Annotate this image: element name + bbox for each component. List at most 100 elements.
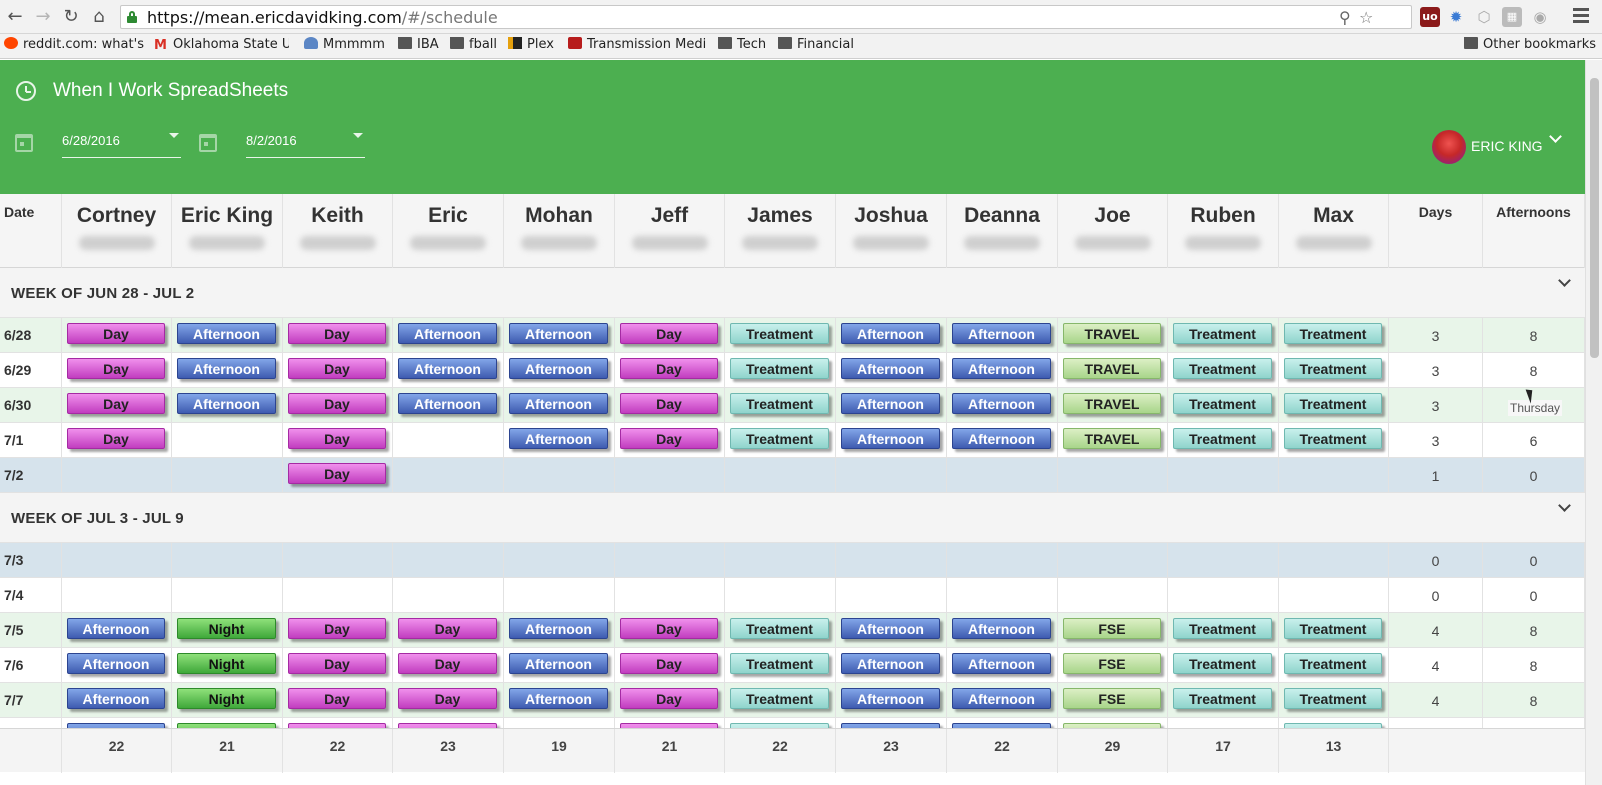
shift-badge[interactable]: Afternoon <box>841 688 940 709</box>
shift-cell[interactable]: Afternoon <box>947 388 1058 423</box>
shift-badge[interactable]: Treatment <box>1173 618 1272 639</box>
shift-cell[interactable]: Afternoon <box>836 353 947 388</box>
shift-cell[interactable]: Day <box>615 613 725 648</box>
shift-cell[interactable]: Treatment <box>1279 353 1389 388</box>
shift-cell[interactable]: Afternoon <box>504 683 615 718</box>
bookmark-other[interactable]: Other bookmarks <box>1464 37 1598 55</box>
shift-cell[interactable] <box>615 578 725 613</box>
shift-cell[interactable] <box>947 543 1058 578</box>
shift-badge[interactable]: Afternoon <box>952 358 1051 379</box>
shift-cell[interactable]: Day <box>283 613 393 648</box>
shift-cell[interactable]: Afternoon <box>947 683 1058 718</box>
chevron-down-icon[interactable] <box>353 133 363 138</box>
key-icon[interactable]: ⚲ <box>1339 8 1351 27</box>
shift-badge[interactable]: FSE <box>1063 618 1161 639</box>
calendar-icon[interactable] <box>15 134 33 152</box>
shift-badge[interactable]: Treatment <box>730 393 829 414</box>
shift-cell[interactable]: Treatment <box>725 648 836 683</box>
star-icon[interactable]: ☆ <box>1359 8 1373 27</box>
shift-cell[interactable] <box>1168 543 1279 578</box>
shift-badge[interactable]: Day <box>288 618 386 639</box>
shift-badge[interactable]: Afternoon <box>841 618 940 639</box>
shift-cell[interactable]: Treatment <box>725 388 836 423</box>
shift-badge[interactable]: Treatment <box>1284 358 1382 379</box>
shift-badge[interactable]: Night <box>177 618 276 639</box>
shift-badge[interactable]: Afternoon <box>952 653 1051 674</box>
bookmark-financial[interactable]: Financial <box>778 37 858 55</box>
shift-badge[interactable]: Treatment <box>730 358 829 379</box>
shift-badge[interactable]: Night <box>177 653 276 674</box>
shift-cell[interactable]: Day <box>615 318 725 353</box>
user-name[interactable]: ERIC KING <box>1471 138 1543 154</box>
shift-cell[interactable] <box>1279 458 1389 493</box>
shift-cell[interactable]: Night <box>172 683 283 718</box>
shift-cell[interactable]: Day <box>283 683 393 718</box>
column-header-employee[interactable]: Keith <box>283 194 393 268</box>
shift-cell[interactable]: Treatment <box>725 318 836 353</box>
shift-cell[interactable]: Afternoon <box>947 648 1058 683</box>
shift-cell[interactable]: Treatment <box>725 613 836 648</box>
shift-badge[interactable]: Afternoon <box>509 358 608 379</box>
home-icon[interactable]: ⌂ <box>88 6 110 28</box>
shift-badge[interactable]: Afternoon <box>841 653 940 674</box>
ublock-icon[interactable]: uo <box>1420 7 1440 27</box>
shift-cell[interactable]: Treatment <box>1168 353 1279 388</box>
shift-cell[interactable]: Day <box>62 318 172 353</box>
shift-cell[interactable]: Treatment <box>1279 648 1389 683</box>
shift-badge[interactable]: Treatment <box>1173 358 1272 379</box>
start-date-field[interactable]: 6/28/2016 <box>62 126 181 158</box>
shift-cell[interactable]: Afternoon <box>172 353 283 388</box>
shift-cell[interactable]: Afternoon <box>836 318 947 353</box>
shift-cell[interactable]: TRAVEL <box>1058 318 1168 353</box>
shift-cell[interactable] <box>393 458 504 493</box>
shift-badge[interactable]: Day <box>620 653 718 674</box>
shift-cell[interactable]: Afternoon <box>836 648 947 683</box>
shift-cell[interactable]: Afternoon <box>836 613 947 648</box>
shift-badge[interactable]: Treatment <box>1173 323 1272 344</box>
column-header-employee[interactable]: Joe <box>1058 194 1168 268</box>
shift-cell[interactable] <box>1168 458 1279 493</box>
shift-cell[interactable]: Afternoon <box>947 318 1058 353</box>
shift-cell[interactable] <box>393 578 504 613</box>
shift-cell[interactable]: Treatment <box>1279 613 1389 648</box>
shift-badge[interactable]: Treatment <box>730 618 829 639</box>
shift-badge[interactable]: Day <box>620 393 718 414</box>
url-text[interactable]: https://mean.ericdavidking.com/#/schedul… <box>147 8 498 27</box>
shift-cell[interactable] <box>947 578 1058 613</box>
shift-badge[interactable]: Afternoon <box>509 688 608 709</box>
shift-cell[interactable]: Day <box>62 423 172 458</box>
shift-cell[interactable]: Treatment <box>1168 318 1279 353</box>
shift-badge[interactable]: Afternoon <box>509 653 608 674</box>
bookmark-tech[interactable]: Tech <box>718 37 770 55</box>
shift-cell[interactable] <box>947 458 1058 493</box>
shift-badge[interactable]: Treatment <box>1284 688 1382 709</box>
shift-badge[interactable]: Day <box>288 653 386 674</box>
shift-cell[interactable]: Treatment <box>725 683 836 718</box>
shift-cell[interactable]: Treatment <box>1279 683 1389 718</box>
shift-cell[interactable]: Afternoon <box>504 353 615 388</box>
shift-badge[interactable]: Afternoon <box>398 323 497 344</box>
column-header-employee[interactable]: Deanna <box>947 194 1058 268</box>
end-date-field[interactable]: 8/2/2016 <box>246 126 365 158</box>
shift-cell[interactable]: Afternoon <box>504 648 615 683</box>
column-header-employee[interactable]: Joshua <box>836 194 947 268</box>
extension-icon[interactable]: ▦ <box>1502 7 1522 27</box>
network-icon[interactable]: ✹ <box>1446 7 1466 27</box>
shift-cell[interactable] <box>725 578 836 613</box>
shift-cell[interactable]: Treatment <box>1168 613 1279 648</box>
shift-badge[interactable]: Treatment <box>1284 393 1382 414</box>
shift-cell[interactable]: Day <box>283 423 393 458</box>
chevron-down-icon[interactable] <box>1558 274 1571 287</box>
shift-badge[interactable]: Day <box>620 358 718 379</box>
shift-badge[interactable]: Treatment <box>1284 618 1382 639</box>
week-header[interactable]: WEEK OF JUL 3 - JUL 9 <box>0 493 1585 543</box>
shift-badge[interactable]: Afternoon <box>509 393 608 414</box>
shift-cell[interactable] <box>504 458 615 493</box>
bookmark-fball[interactable]: fball <box>450 37 502 55</box>
shift-badge[interactable]: Afternoon <box>509 323 608 344</box>
shift-badge[interactable]: TRAVEL <box>1063 323 1161 344</box>
shift-cell[interactable]: Afternoon <box>62 648 172 683</box>
shift-cell[interactable]: Afternoon <box>504 318 615 353</box>
shift-badge[interactable]: Afternoon <box>952 428 1051 449</box>
shift-cell[interactable] <box>836 543 947 578</box>
